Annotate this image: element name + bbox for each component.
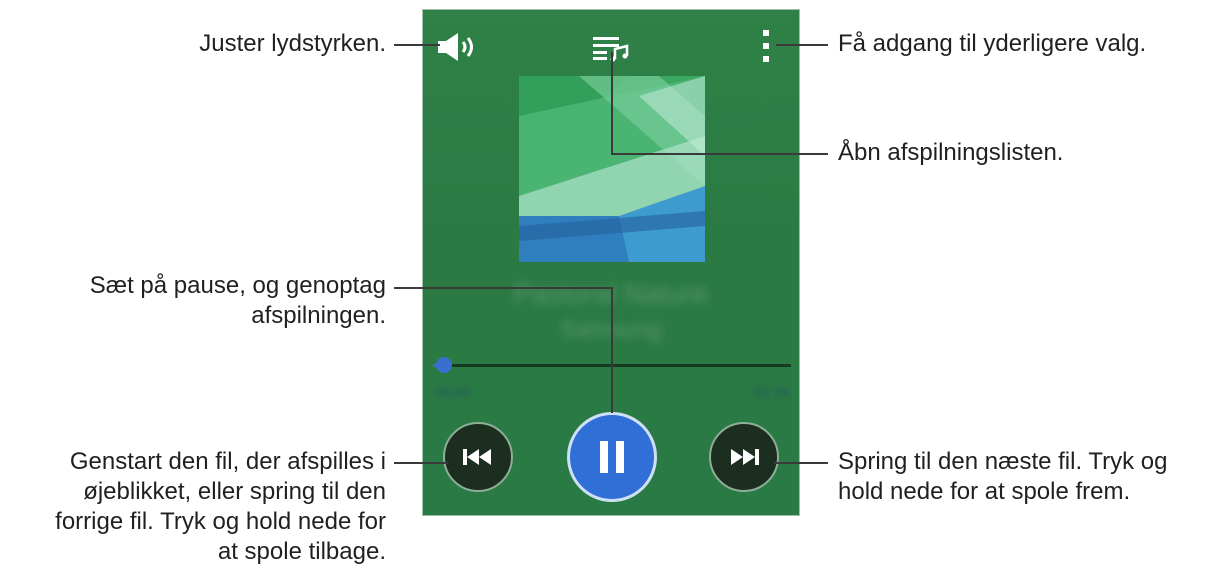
label-prev-line1: Genstart den fil, der afspilles i: [69, 448, 386, 475]
callout-line-pause: [394, 287, 613, 289]
callout-line-volume: [394, 44, 440, 46]
playlist-button[interactable]: [593, 32, 633, 62]
callout-line-playlist: [611, 153, 828, 155]
pause-button[interactable]: [567, 412, 657, 502]
label-pause-line2: afspilningen.: [251, 302, 386, 329]
pause-icon: [600, 441, 624, 473]
label-playlist: Åbn afspilningslisten.: [838, 139, 1064, 166]
total-time: 02:29: [753, 384, 789, 400]
callout-line-next: [774, 462, 828, 464]
elapsed-time: 00:00: [435, 384, 471, 400]
callout-line-playlist-vertical: [611, 52, 613, 154]
label-next-line1: Spring til den næste fil. Tryk og: [838, 448, 1168, 475]
callout-line-more: [776, 44, 828, 46]
label-volume: Juster lydstyrken.: [199, 30, 386, 57]
skip-previous-icon: [463, 449, 491, 465]
more-options-button[interactable]: [761, 28, 771, 64]
more-vertical-icon: [763, 30, 769, 62]
seek-handle[interactable]: [435, 357, 452, 373]
skip-next-icon: [731, 449, 759, 465]
label-prev-line4: at spole tilbage.: [217, 538, 386, 565]
label-prev-line3: forrige fil. Tryk og hold nede for: [55, 508, 386, 535]
speaker-icon: [438, 33, 473, 61]
next-button[interactable]: [709, 422, 779, 492]
label-prev-line2: øjeblikket, eller spring til den: [83, 478, 386, 505]
previous-button[interactable]: [443, 422, 513, 492]
label-next-line2: hold nede for at spole frem.: [838, 478, 1131, 505]
label-pause-line1: Sæt på pause, og genoptag: [89, 272, 386, 299]
callout-line-pause-vertical: [611, 287, 613, 413]
callout-line-prev: [394, 462, 448, 464]
volume-button[interactable]: [438, 32, 483, 62]
playlist-icon: [593, 37, 629, 62]
label-more-options: Få adgang til yderligere valg.: [838, 30, 1147, 57]
